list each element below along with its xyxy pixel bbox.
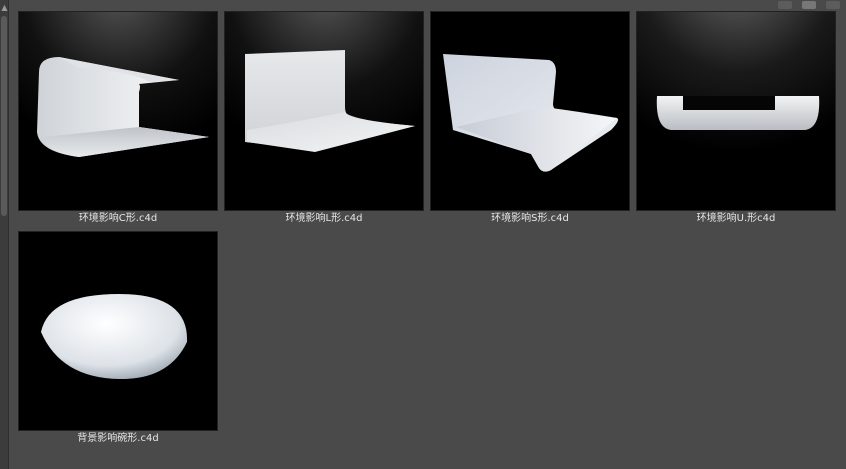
asset-tile[interactable]: 环境影响S形.c4d xyxy=(430,11,630,229)
toolbar-icon[interactable] xyxy=(826,1,840,9)
scrollbar-thumb[interactable] xyxy=(1,16,7,216)
asset-filename[interactable]: 背景影响碗形.c4d xyxy=(18,431,218,449)
asset-tile[interactable]: 环境影响U.形c4d xyxy=(636,11,836,229)
scroll-up-icon[interactable]: ▲ xyxy=(0,2,9,14)
corner-toolbar xyxy=(756,0,846,10)
l-shape-backdrop-render-icon[interactable] xyxy=(224,11,424,211)
asset-filename[interactable]: 环境影响S形.c4d xyxy=(430,211,630,229)
asset-tile[interactable]: 环境影响C形.c4d xyxy=(18,11,218,229)
asset-tile[interactable]: 环境影响L形.c4d xyxy=(224,11,424,229)
c-shape-backdrop-render-icon[interactable] xyxy=(18,11,218,211)
bowl-shape-backdrop-render-icon[interactable] xyxy=(18,231,218,431)
asset-filename[interactable]: 环境影响L形.c4d xyxy=(224,211,424,229)
vertical-scrollbar[interactable]: ▲ xyxy=(0,0,9,469)
asset-tile[interactable]: 背景影响碗形.c4d xyxy=(18,231,218,449)
asset-filename[interactable]: 环境影响C形.c4d xyxy=(18,211,218,229)
toolbar-icon[interactable] xyxy=(778,1,792,9)
s-shape-backdrop-render-icon[interactable] xyxy=(430,11,630,211)
asset-filename[interactable]: 环境影响U.形c4d xyxy=(636,211,836,229)
u-shape-backdrop-render-icon[interactable] xyxy=(636,11,836,211)
toolbar-icon[interactable] xyxy=(802,1,816,9)
